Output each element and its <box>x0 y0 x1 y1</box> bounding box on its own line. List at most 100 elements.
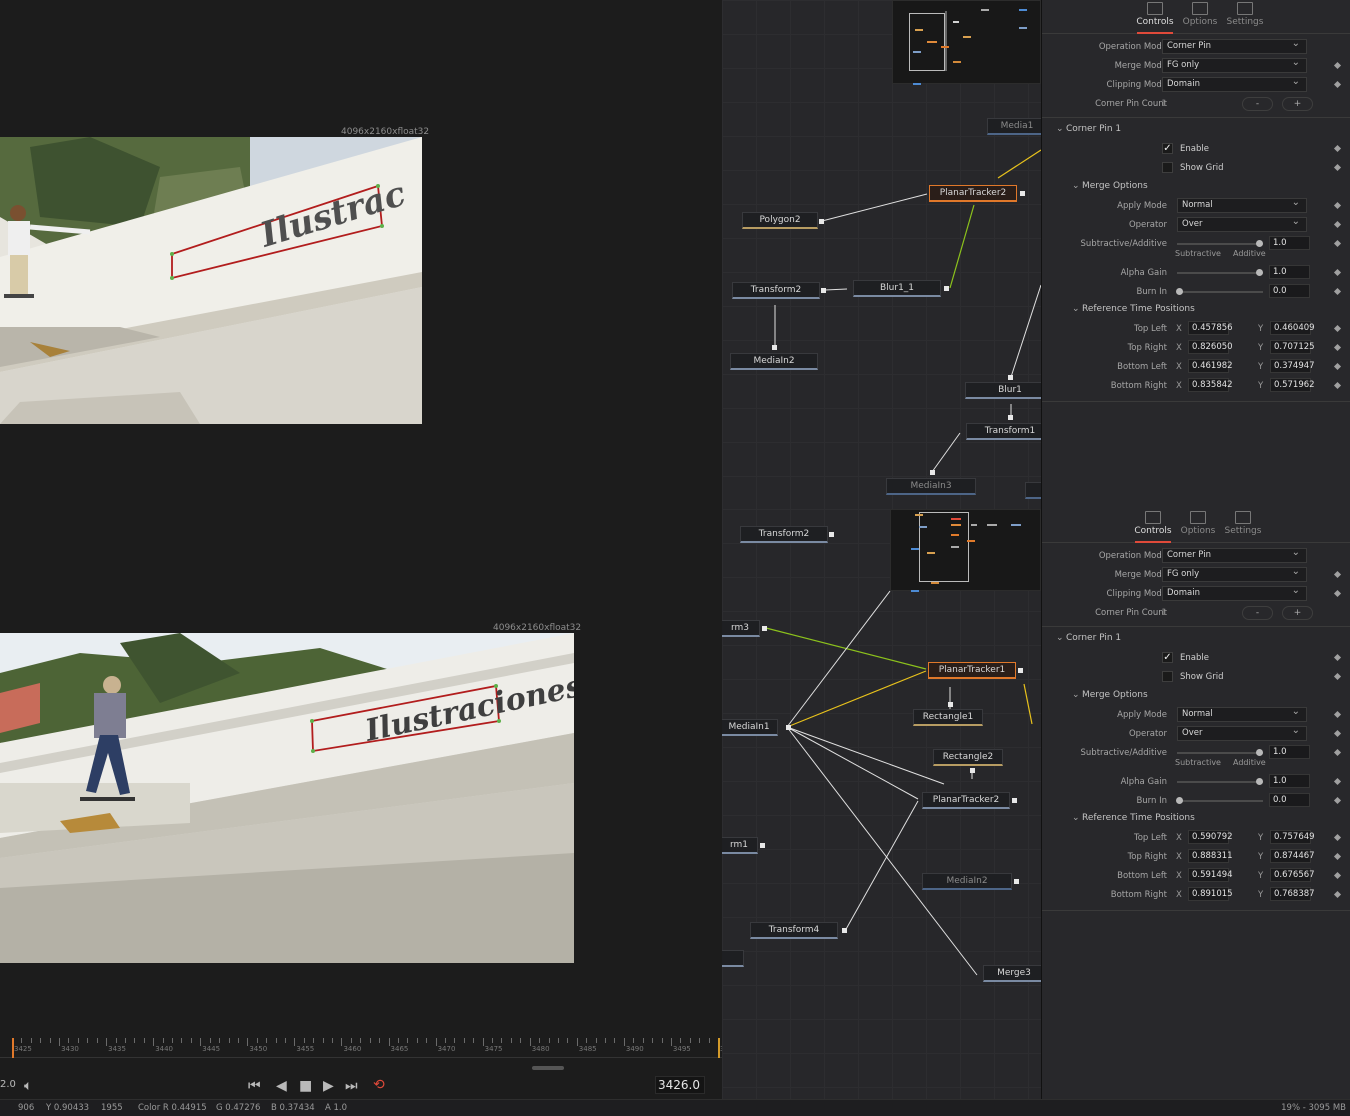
alpha-gain-slider[interactable] <box>1177 272 1263 274</box>
node-mediain1[interactable]: MediaIn1 <box>722 719 778 736</box>
bottom-right-x-field[interactable]: 0.891015 <box>1188 887 1233 901</box>
bottom-left-y-field[interactable]: 0.374947 <box>1270 359 1315 373</box>
apply-mode-dropdown[interactable]: Normal <box>1177 705 1307 722</box>
viewer-image-bottom[interactable]: Ilustraciones <box>0 633 574 963</box>
time-ruler[interactable]: 3425 3430 3435 3440 3445 3450 3455 3460 3465 3470… <box>0 1036 738 1058</box>
keyframe-icon[interactable] <box>1333 871 1342 880</box>
operator-dropdown[interactable]: Over <box>1177 215 1307 232</box>
tab-controls[interactable]: Controls <box>1133 0 1177 34</box>
node-merge3[interactable]: Merge3 <box>983 965 1041 982</box>
keyframe-icon[interactable] <box>1333 833 1342 842</box>
slider-knob[interactable] <box>1176 288 1183 295</box>
show-grid-checkbox[interactable] <box>1162 162 1173 173</box>
keyframe-icon[interactable] <box>1333 144 1342 153</box>
node-planartracker2[interactable]: PlanarTracker2 <box>929 185 1017 202</box>
ref-time-header[interactable]: ⌄ Reference Time Positions <box>1072 813 1195 823</box>
node-media1[interactable]: Media1 <box>987 118 1041 135</box>
timecode-field[interactable]: 3426.0 <box>655 1076 705 1094</box>
bottom-left-x-field[interactable]: 0.461982 <box>1188 359 1233 373</box>
play-forward-icon[interactable]: ▶︎ <box>323 1078 334 1094</box>
keyframe-icon[interactable] <box>1333 589 1342 598</box>
burn-in-field[interactable]: 0.0 <box>1269 284 1310 298</box>
node-mediain2-bottom[interactable]: MediaIn2 <box>922 873 1012 890</box>
enable-checkbox[interactable]: ✓ <box>1162 652 1173 663</box>
keyframe-icon[interactable] <box>1333 324 1342 333</box>
slider-knob[interactable] <box>1256 240 1263 247</box>
keyframe-icon[interactable] <box>1333 80 1342 89</box>
node-rm1[interactable]: rm1 <box>722 837 758 854</box>
keyframe-icon[interactable] <box>1333 852 1342 861</box>
alpha-gain-slider[interactable] <box>1177 781 1263 783</box>
node-partial-top[interactable] <box>1025 482 1041 499</box>
merge-options-header[interactable]: ⌄ Merge Options <box>1072 181 1148 191</box>
tab-controls[interactable]: Controls <box>1131 509 1175 543</box>
keyframe-icon[interactable] <box>1333 362 1342 371</box>
go-to-start-icon[interactable]: ⏮︎ <box>248 1078 261 1094</box>
volume-icon[interactable]: 🔈︎ <box>24 1078 32 1094</box>
keyframe-icon[interactable] <box>1333 796 1342 805</box>
show-grid-checkbox[interactable] <box>1162 671 1173 682</box>
keyframe-icon[interactable] <box>1333 710 1342 719</box>
merge-mode-dropdown[interactable]: FG only <box>1162 56 1307 73</box>
bottom-right-y-field[interactable]: 0.768387 <box>1270 887 1315 901</box>
top-right-x-field[interactable]: 0.826050 <box>1188 340 1233 354</box>
slider-knob[interactable] <box>1176 797 1183 804</box>
node-blur1-1[interactable]: Blur1_1 <box>853 280 941 297</box>
node-transform1[interactable]: Transform1 <box>966 423 1041 440</box>
node-rectangle2[interactable]: Rectangle2 <box>933 749 1003 766</box>
corner-pin-1-header[interactable]: ⌄ Corner Pin 1 <box>1056 124 1121 134</box>
keyframe-icon[interactable] <box>1333 61 1342 70</box>
slider-knob[interactable] <box>1256 778 1263 785</box>
keyframe-icon[interactable] <box>1333 777 1342 786</box>
burn-in-slider[interactable] <box>1177 800 1263 802</box>
merge-mode-dropdown[interactable]: FG only <box>1162 565 1307 582</box>
tab-settings[interactable]: Settings <box>1221 509 1265 543</box>
top-right-y-field[interactable]: 0.874467 <box>1270 849 1315 863</box>
node-minimap-top[interactable] <box>892 0 1041 85</box>
top-left-x-field[interactable]: 0.457856 <box>1188 321 1233 335</box>
increment-button[interactable]: + <box>1282 97 1313 111</box>
keyframe-icon[interactable] <box>1333 220 1342 229</box>
bottom-left-y-field[interactable]: 0.676567 <box>1270 868 1315 882</box>
node-minimap-bottom[interactable] <box>890 509 1041 592</box>
node-transform2[interactable]: Transform2 <box>732 282 820 299</box>
sub-add-slider[interactable] <box>1177 752 1263 754</box>
keyframe-icon[interactable] <box>1333 748 1342 757</box>
node-planartracker1[interactable]: PlanarTracker1 <box>928 662 1016 679</box>
clipping-mode-dropdown[interactable]: Domain <box>1162 75 1307 92</box>
keyframe-icon[interactable] <box>1333 343 1342 352</box>
operation-mode-dropdown[interactable]: Corner Pin <box>1162 546 1307 563</box>
alpha-gain-field[interactable]: 1.0 <box>1269 774 1310 788</box>
node-transform4[interactable]: Transform4 <box>750 922 838 939</box>
tab-options[interactable]: Options <box>1176 509 1220 543</box>
alpha-gain-field[interactable]: 1.0 <box>1269 265 1310 279</box>
timeline-scrollbar[interactable] <box>532 1066 564 1070</box>
clipping-mode-dropdown[interactable]: Domain <box>1162 584 1307 601</box>
bottom-right-x-field[interactable]: 0.835842 <box>1188 378 1233 392</box>
top-right-x-field[interactable]: 0.888311 <box>1188 849 1233 863</box>
keyframe-icon[interactable] <box>1333 287 1342 296</box>
node-transform2-bottom[interactable]: Transform2 <box>740 526 828 543</box>
slider-knob[interactable] <box>1256 269 1263 276</box>
node-rectangle1[interactable]: Rectangle1 <box>913 709 983 726</box>
decrement-button[interactable]: - <box>1242 606 1273 620</box>
top-left-y-field[interactable]: 0.757649 <box>1270 830 1315 844</box>
keyframe-icon[interactable] <box>1333 729 1342 738</box>
out-marker[interactable] <box>718 1038 720 1058</box>
node-editor-bottom[interactable]: Transform2 rm3 PlanarTracker1 Rectangle1… <box>722 509 1041 1099</box>
tab-options[interactable]: Options <box>1178 0 1222 34</box>
sub-add-slider[interactable] <box>1177 243 1263 245</box>
corner-pin-1-header[interactable]: ⌄ Corner Pin 1 <box>1056 633 1121 643</box>
playhead[interactable] <box>12 1038 14 1058</box>
top-left-y-field[interactable]: 0.460409 <box>1270 321 1315 335</box>
keyframe-icon[interactable] <box>1333 239 1342 248</box>
slider-knob[interactable] <box>1256 749 1263 756</box>
go-to-end-icon[interactable]: ⏭︎ <box>345 1078 358 1094</box>
keyframe-icon[interactable] <box>1333 672 1342 681</box>
keyframe-icon[interactable] <box>1333 653 1342 662</box>
enable-checkbox[interactable]: ✓ <box>1162 143 1173 154</box>
sub-add-field[interactable]: 1.0 <box>1269 236 1310 250</box>
top-right-y-field[interactable]: 0.707125 <box>1270 340 1315 354</box>
decrement-button[interactable]: - <box>1242 97 1273 111</box>
operation-mode-dropdown[interactable]: Corner Pin <box>1162 37 1307 54</box>
